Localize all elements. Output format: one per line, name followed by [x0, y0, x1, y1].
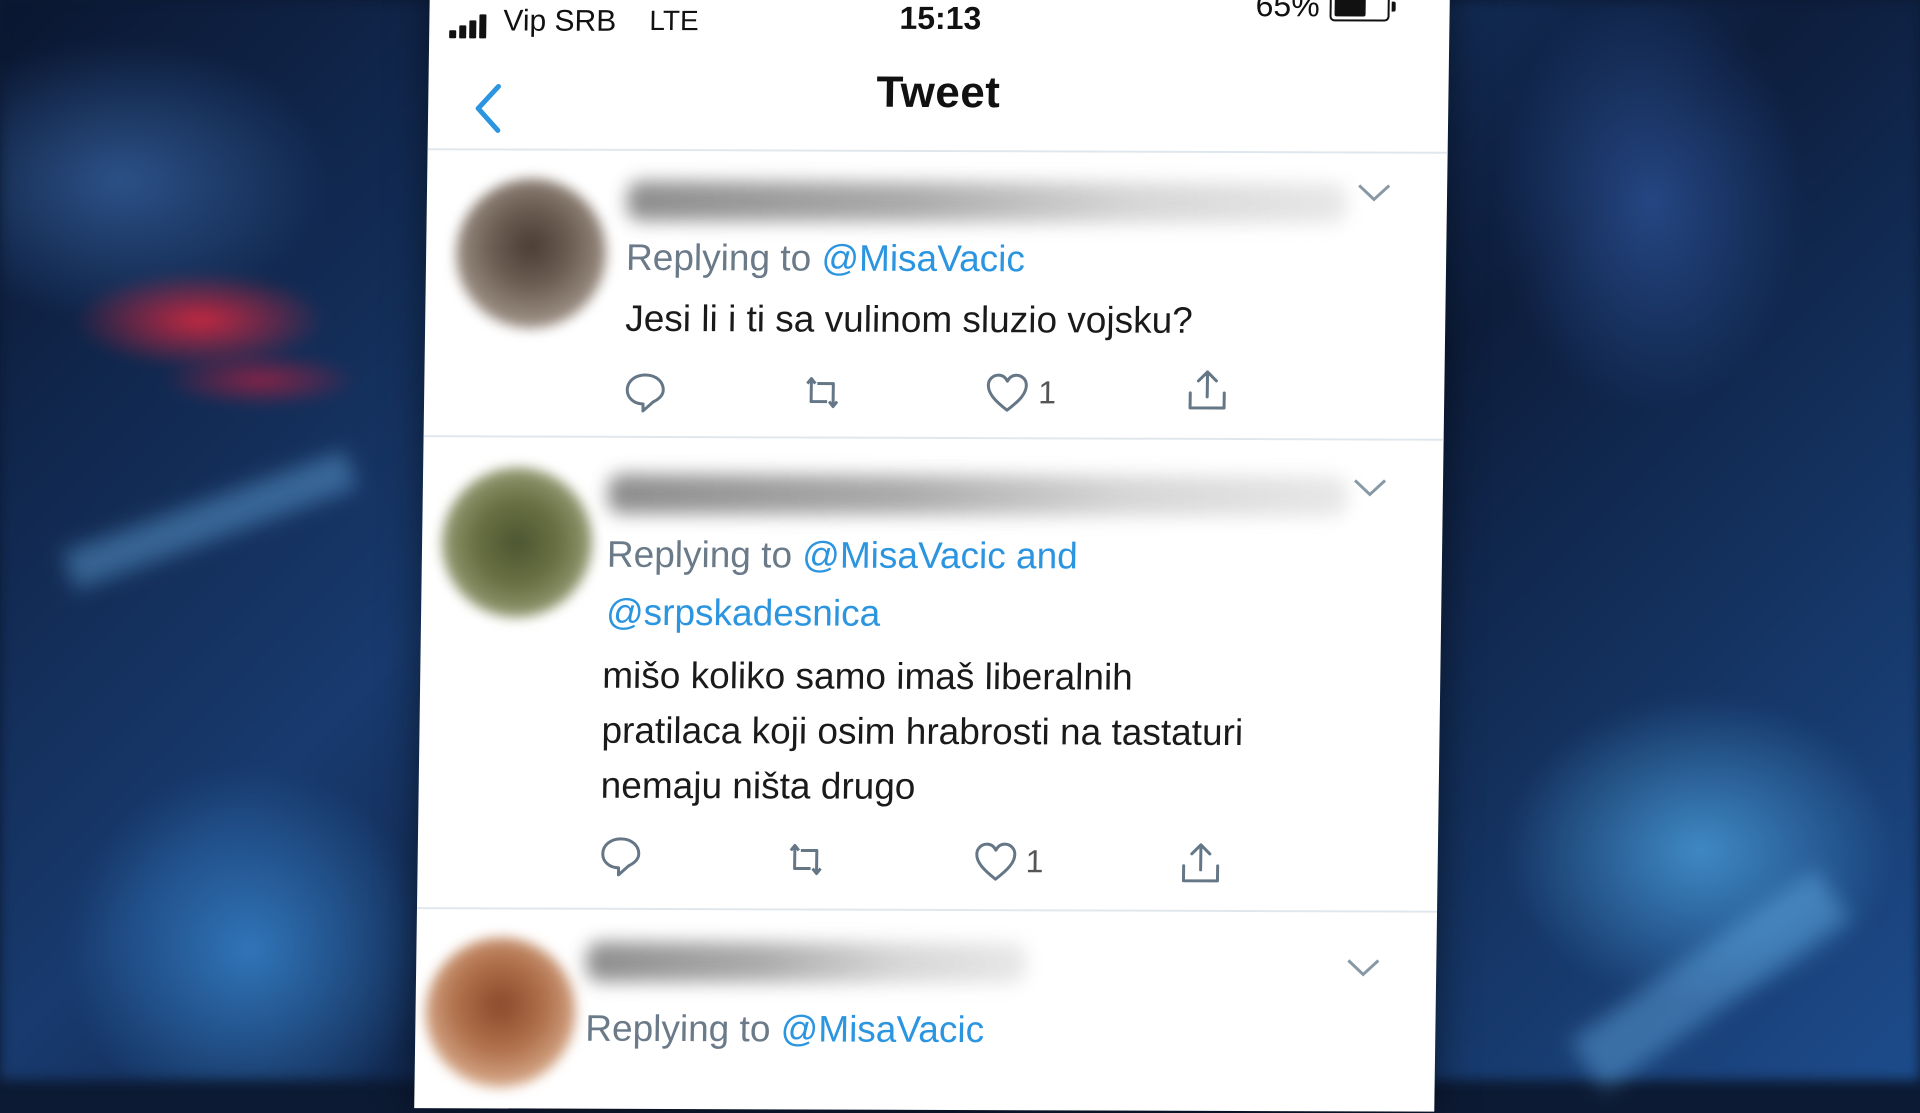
replying-to-line: Replying to @MisaVacic and @srpskadesnic… — [605, 533, 1079, 634]
like-count: 1 — [1025, 843, 1044, 880]
reply-tweet[interactable]: Replying to @MisaVacic and @srpskadesnic… — [416, 437, 1444, 913]
reply-icon[interactable] — [597, 833, 644, 879]
page-title: Tweet — [876, 67, 1001, 118]
mention-link[interactable]: @MisaVacic and — [802, 534, 1078, 576]
author-name-redacted[interactable] — [626, 180, 1348, 224]
battery-icon — [1329, 0, 1396, 22]
mention-link[interactable]: @srpskadesnica — [606, 592, 881, 634]
replying-to-line: Replying to @MisaVacic — [585, 1007, 985, 1051]
like-icon[interactable] — [972, 839, 1019, 885]
chevron-down-icon[interactable] — [1345, 956, 1381, 978]
mention-link[interactable]: @MisaVacic — [780, 1008, 984, 1050]
signal-strength-icon — [449, 12, 493, 39]
avatar[interactable] — [441, 467, 594, 618]
phone-screenshot: Vip SRB LTE 15:13 65% Tweet Replying to … — [414, 0, 1451, 1113]
like-count: 1 — [1038, 374, 1057, 411]
status-bar: Vip SRB LTE 15:13 65% — [449, 0, 1430, 54]
share-icon[interactable] — [1177, 840, 1224, 886]
author-name-redacted[interactable] — [607, 473, 1349, 517]
battery-percentage: 65% — [1255, 0, 1320, 24]
mention-link[interactable]: @MisaVacic — [821, 238, 1025, 280]
carrier-label: Vip SRB — [503, 4, 617, 38]
network-type-label: LTE — [649, 4, 699, 37]
status-time: 15:13 — [899, 0, 982, 37]
navigation-bar: Tweet — [427, 58, 1449, 154]
like-icon[interactable] — [984, 370, 1031, 416]
tweet-text: mišo koliko samo imaš liberalnih pratila… — [600, 654, 1244, 807]
chevron-down-icon[interactable] — [1356, 181, 1392, 203]
avatar[interactable] — [424, 937, 577, 1088]
reply-icon[interactable] — [622, 369, 669, 415]
reply-tweet[interactable]: Replying to @MisaVacic — [414, 909, 1437, 1113]
author-name-redacted[interactable] — [585, 941, 1027, 984]
reply-tweet[interactable]: Replying to @MisaVacic Jesi li i ti sa v… — [423, 150, 1448, 441]
avatar[interactable] — [455, 178, 608, 329]
replying-to-line: Replying to @MisaVacic — [625, 236, 1026, 280]
share-icon[interactable] — [1184, 367, 1231, 413]
chevron-down-icon[interactable] — [1352, 476, 1388, 498]
retweet-icon[interactable] — [782, 836, 829, 882]
retweet-icon[interactable] — [799, 369, 846, 415]
tweet-text: Jesi li i ti sa vulinom sluzio vojsku? — [624, 297, 1194, 341]
